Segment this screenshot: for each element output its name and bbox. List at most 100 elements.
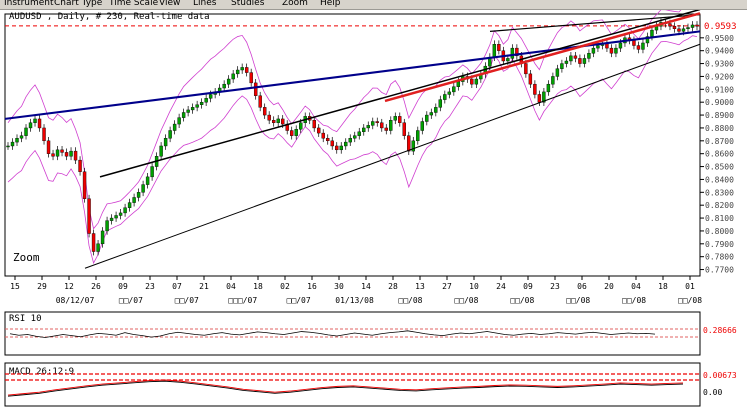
chart-title: AUDUSD , Daily, # 230, Real-time data <box>9 12 209 22</box>
x-month-label: □□/08 <box>566 296 590 305</box>
menu-chart-type[interactable]: Chart Type <box>54 0 102 8</box>
candle <box>123 207 127 214</box>
x-day-label: 13 <box>415 282 425 291</box>
candle <box>551 76 555 85</box>
candle <box>82 171 87 199</box>
y-tick-label: 0.7700 <box>705 266 734 275</box>
candle <box>132 197 136 203</box>
x-day-label: 21 <box>199 282 209 291</box>
candle <box>276 118 280 123</box>
candle <box>438 99 443 108</box>
candle <box>474 78 479 85</box>
candle <box>528 73 533 85</box>
candle <box>91 233 96 252</box>
candle <box>582 58 587 64</box>
candle <box>195 104 199 108</box>
candle <box>96 243 100 252</box>
candle <box>51 153 55 157</box>
macd-title: MACD 26:12:9 <box>9 367 74 377</box>
candle <box>222 83 226 89</box>
rsi-chart: RSI 10 0.28666 <box>4 311 737 356</box>
x-day-label: 12 <box>64 282 74 291</box>
candle <box>244 67 249 73</box>
x-day-label: 27 <box>442 282 452 291</box>
candle <box>533 83 537 95</box>
candle <box>578 58 582 64</box>
candle <box>240 67 244 71</box>
candle <box>109 217 114 221</box>
x-day-label: 09 <box>118 282 128 291</box>
candle <box>353 135 357 139</box>
candle <box>348 138 352 143</box>
candle <box>33 118 37 123</box>
candle <box>208 94 213 99</box>
candle <box>641 42 645 50</box>
menu-help[interactable]: Help <box>320 0 341 8</box>
candle <box>163 138 168 147</box>
candle <box>55 149 60 157</box>
macd-chart: MACD 26:12:9 0.00673 0.00 <box>4 362 737 407</box>
candle <box>420 121 425 131</box>
candle <box>15 138 19 143</box>
menu-view[interactable]: View <box>159 0 180 8</box>
candle <box>294 129 298 136</box>
candle <box>177 117 181 125</box>
menu-instrument[interactable]: Instrument <box>4 0 54 8</box>
price-chart: AUDUSD , Daily, # 230, Real-time data Zoo… <box>4 10 737 305</box>
menu-zoom[interactable]: Zoom <box>282 0 308 8</box>
y-tick-label: 0.8200 <box>705 201 734 210</box>
candle <box>64 152 69 157</box>
menu-studies[interactable]: Studies <box>231 0 264 8</box>
plot-area <box>4 13 701 277</box>
last-price-label: 0.9593 <box>704 22 737 32</box>
candle <box>172 123 177 131</box>
candle <box>326 138 330 142</box>
candle <box>249 72 253 84</box>
x-day-label: 15 <box>10 282 20 291</box>
y-tick-label: 0.9500 <box>705 34 734 43</box>
candle <box>569 55 573 62</box>
x-day-label: 09 <box>523 282 533 291</box>
candle <box>447 91 452 95</box>
candle <box>357 131 361 136</box>
x-day-label: 29 <box>37 282 47 291</box>
candle <box>609 47 614 54</box>
zoom-watermark: Zoom <box>13 251 40 264</box>
candle <box>452 86 456 93</box>
y-tick-label: 0.9000 <box>705 98 734 107</box>
candle <box>105 220 109 232</box>
menu-bar: Instrument Chart Type Time Scale View Lines S… <box>0 0 747 10</box>
x-month-label: □□□/07 <box>228 296 257 305</box>
candle <box>150 166 154 178</box>
candle <box>339 145 343 151</box>
x-day-label: 04 <box>226 282 236 291</box>
x-day-label: 16 <box>307 282 317 291</box>
x-day-label: 30 <box>334 282 344 291</box>
menu-lines[interactable]: Lines <box>193 0 216 8</box>
y-tick-label: 0.8800 <box>705 124 734 133</box>
y-tick-label: 0.9300 <box>705 60 734 69</box>
x-month-label: 08/12/07 <box>56 296 95 305</box>
y-tick-label: 0.9400 <box>705 47 734 56</box>
candle <box>384 127 388 131</box>
y-tick-label: 0.8300 <box>705 188 734 197</box>
candle <box>407 135 411 152</box>
y-tick-label: 0.8900 <box>705 111 734 120</box>
candle <box>190 107 195 111</box>
x-day-label: 01 <box>685 282 695 291</box>
rsi-title: RSI 10 <box>9 314 42 324</box>
candle <box>299 122 303 130</box>
x-day-label: 20 <box>604 282 614 291</box>
candle <box>199 101 204 105</box>
candle <box>87 198 91 234</box>
candle <box>235 69 240 75</box>
x-day-label: 04 <box>631 282 641 291</box>
candle <box>204 98 208 103</box>
candle <box>335 145 339 151</box>
candle <box>73 150 78 161</box>
x-day-label: 23 <box>145 282 155 291</box>
candle <box>366 125 370 129</box>
candle <box>398 116 402 123</box>
menu-time-scale[interactable]: Time Scale <box>109 0 158 8</box>
y-tick-label: 0.8600 <box>705 150 734 159</box>
